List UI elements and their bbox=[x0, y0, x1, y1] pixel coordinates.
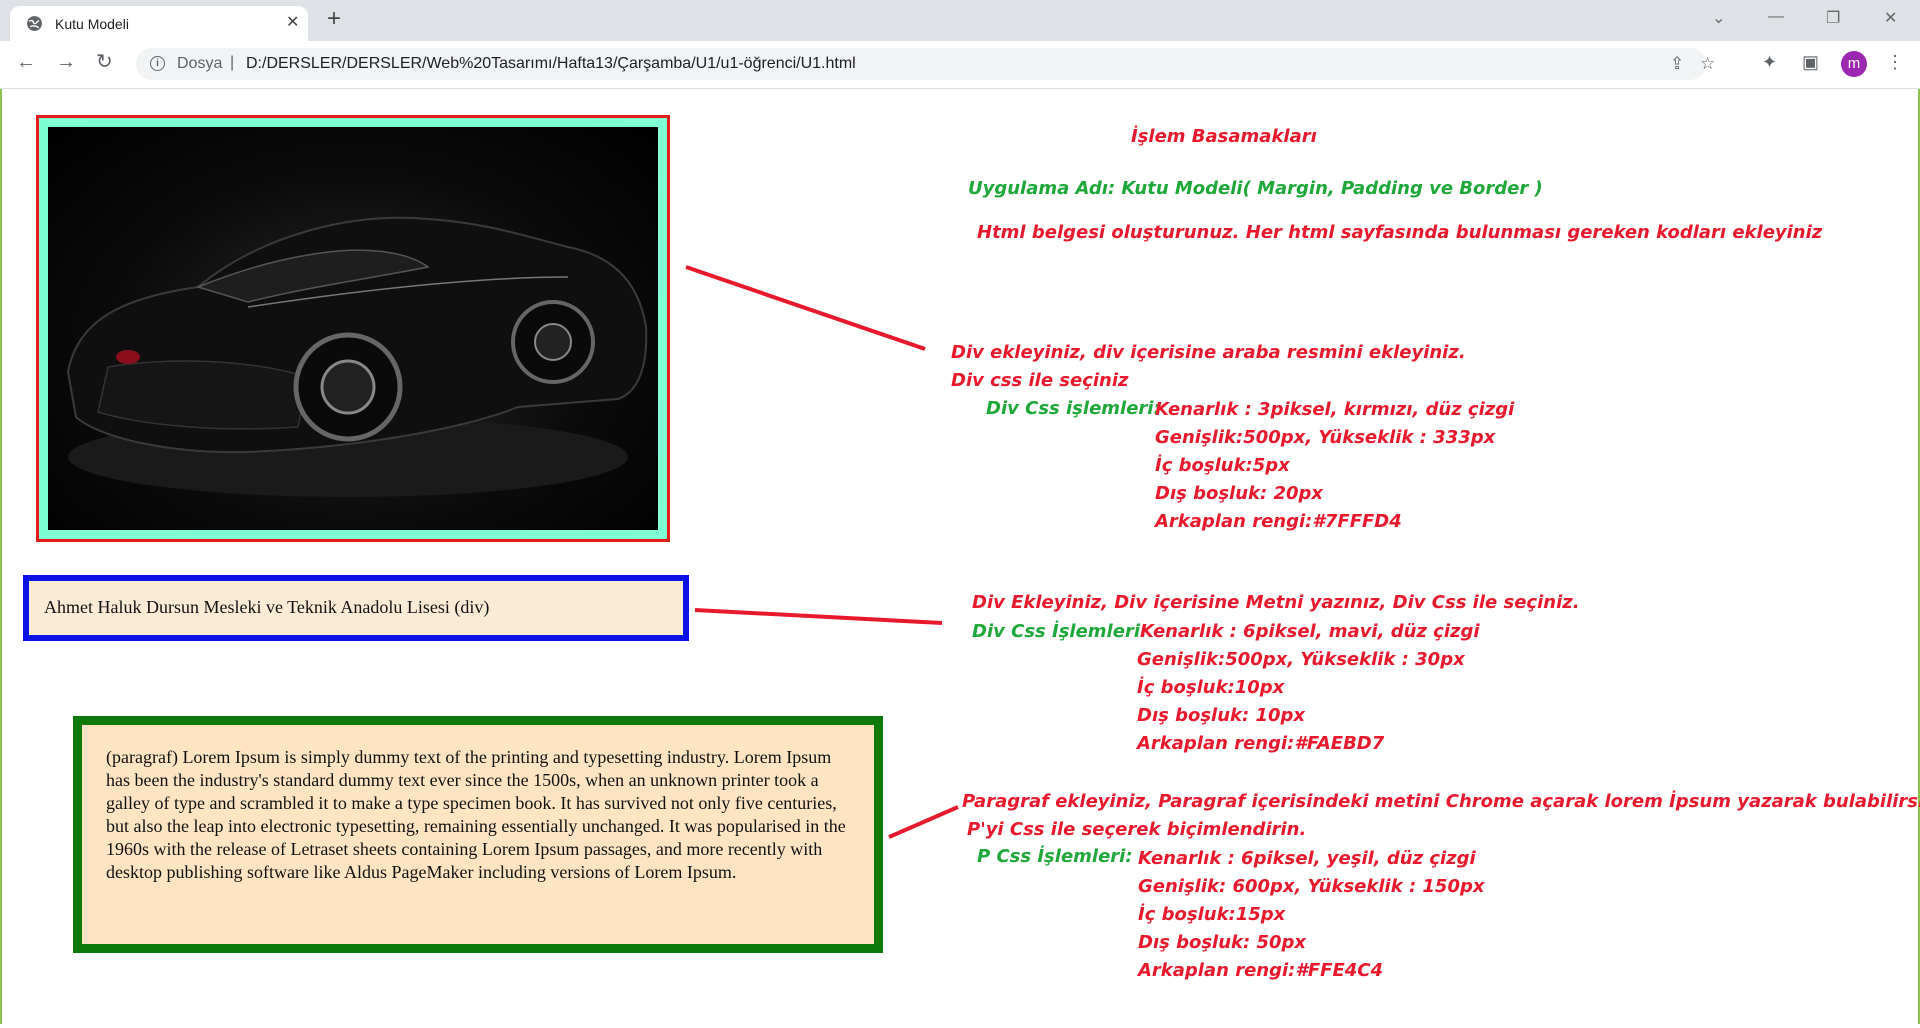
img-prop: Dış boşluk: 20px bbox=[1155, 483, 1324, 504]
img-step-1: Div ekleyiniz, div içerisine araba resmi… bbox=[951, 342, 1466, 363]
img-prop: Kenarlık : 3piksel, kırmızı, düz çizgi bbox=[1155, 399, 1515, 420]
p-prop: Arkaplan rengi:#FFE4C4 bbox=[1138, 960, 1384, 981]
div-prop: Genişlik:500px, Yükseklik : 30px bbox=[1137, 649, 1465, 670]
img-step-2: Div css ile seçiniz bbox=[951, 370, 1129, 391]
div-prop: Arkaplan rengi:#FAEBD7 bbox=[1137, 733, 1385, 754]
p-step-2: P'yi Css ile seçerek biçimlendirin. bbox=[967, 819, 1307, 840]
connector-line-paragraph bbox=[888, 805, 959, 839]
p-prop: İç boşluk:15px bbox=[1138, 904, 1286, 925]
img-css-label: Div Css işlemleri: bbox=[986, 398, 1161, 419]
div-step-1: Div Ekleyiniz, Div içerisine Metni yazın… bbox=[972, 592, 1580, 613]
p-css-label: P Css İşlemleri: bbox=[977, 846, 1133, 867]
p-prop: Genişlik: 600px, Yükseklik : 150px bbox=[1138, 876, 1485, 897]
notes-title: İşlem Basamakları bbox=[1131, 126, 1317, 147]
div-prop: İç boşluk:10px bbox=[1137, 677, 1285, 698]
div-prop: Dış boşluk: 10px bbox=[1137, 705, 1306, 726]
div-css-label: Div Css İşlemleri: bbox=[972, 621, 1148, 642]
connector-line-image bbox=[685, 265, 926, 351]
connector-line-div bbox=[694, 608, 943, 625]
p-step-1: Paragraf ekleyiniz, Paragraf içerisindek… bbox=[962, 791, 1920, 812]
p-prop: Kenarlık : 6piksel, yeşil, düz çizgi bbox=[1138, 848, 1476, 869]
img-prop: İç boşluk:5px bbox=[1155, 455, 1290, 476]
p-prop: Dış boşluk: 50px bbox=[1138, 932, 1307, 953]
div-prop: Kenarlık : 6piksel, mavi, düz çizgi bbox=[1140, 621, 1480, 642]
connector-lines bbox=[685, 265, 959, 839]
img-prop: Arkaplan rengi:#7FFFD4 bbox=[1155, 511, 1402, 532]
app-name: Uygulama Adı: Kutu Modeli( Margin, Paddi… bbox=[968, 178, 1543, 199]
img-prop: Genişlik:500px, Yükseklik : 333px bbox=[1155, 427, 1496, 448]
html-step: Html belgesi oluşturunuz. Her html sayfa… bbox=[977, 222, 1823, 243]
